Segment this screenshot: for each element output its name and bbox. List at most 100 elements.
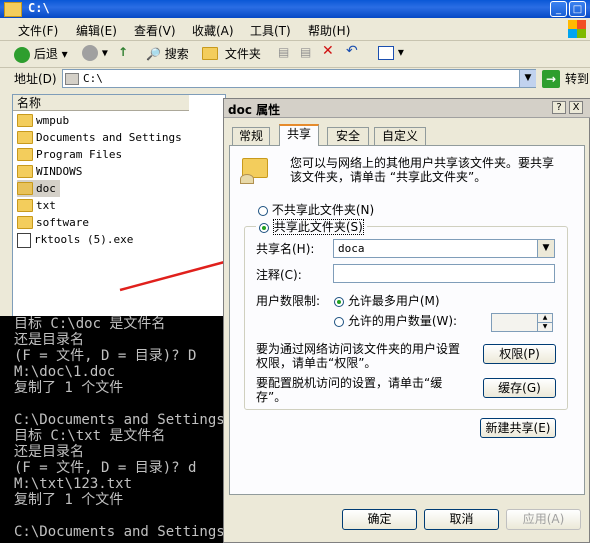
user-count-spinner[interactable]: ▲ ▼ (491, 313, 553, 332)
tab-sharing[interactable]: 共享 (279, 124, 319, 146)
list-item[interactable]: Documents and Settings (17, 129, 182, 146)
window-title: C:\ (28, 1, 50, 15)
properties-dialog: doc 属性 ? X 常规 共享 安全 自定义 您可以与网络上的其他用户共享该文… (223, 98, 590, 543)
list-item[interactable]: WINDOWS (17, 163, 82, 180)
share-name-value: doca (338, 242, 365, 255)
radio-icon-selected (334, 296, 344, 307)
radio-icon-selected (259, 222, 269, 233)
dialog-titlebar: doc 属性 ? X (224, 99, 590, 118)
chevron-down-icon[interactable]: ▼ (537, 240, 554, 257)
menu-edit[interactable]: 编辑(E) (76, 22, 117, 39)
address-input[interactable]: C:\ ▼ (62, 69, 536, 88)
help-button[interactable]: ? (552, 101, 566, 114)
radio-icon (258, 205, 268, 216)
share-radio[interactable]: 共享此文件夹(S) (256, 219, 367, 235)
ok-button[interactable]: 确定 (342, 509, 417, 530)
allowed-users-radio[interactable]: 允许的用户数量(W): (334, 314, 457, 328)
list-item[interactable]: software (17, 214, 89, 231)
back-button[interactable]: 后退 ▾ (14, 45, 68, 63)
menu-favorites[interactable]: 收藏(A) (192, 22, 234, 39)
tab-general[interactable]: 常规 (232, 127, 270, 145)
folders-icon (202, 47, 218, 60)
folder-icon (17, 113, 33, 127)
move-to-icon[interactable]: ▤ (278, 45, 289, 59)
cache-text-2: 存”。 (256, 390, 287, 404)
cancel-button[interactable]: 取消 (424, 509, 499, 530)
folders-button[interactable]: 文件夹 (202, 45, 261, 62)
column-header-name[interactable]: 名称 (13, 95, 189, 111)
max-users-label: 允许最多用户(M) (347, 294, 440, 308)
share-name-label: 共享名(H): (256, 242, 315, 256)
share-name-combobox[interactable]: doca ▼ (333, 239, 555, 258)
back-label: 后退 (33, 47, 58, 61)
comment-label: 注释(C): (256, 268, 302, 282)
user-limit-label: 用户数限制: (256, 294, 321, 308)
menu-help[interactable]: 帮助(H) (308, 22, 350, 39)
cache-text-1: 要配置脱机访问的设置，请单击“缓 (256, 376, 443, 390)
menu-file[interactable]: 文件(F) (18, 22, 58, 39)
console-line: 还是目录名 (14, 444, 84, 460)
arrow-shaft (119, 258, 233, 292)
radio-icon (334, 316, 344, 327)
list-item[interactable]: wmpub (17, 112, 69, 129)
permissions-text-1: 要为通过网络访问该文件夹的用户设置 (256, 342, 461, 356)
minimize-button[interactable]: _ (550, 1, 567, 17)
console-line: (F = 文件, D = 目录)? d (14, 460, 197, 476)
tab-customize[interactable]: 自定义 (374, 127, 426, 145)
console-line: 复制了 1 个文件 (14, 380, 124, 396)
spin-up-icon[interactable]: ▲ (537, 314, 552, 323)
left-pane-edge (0, 94, 10, 334)
folders-label: 文件夹 (224, 47, 261, 61)
forward-button[interactable]: ▾ (82, 45, 108, 61)
new-share-button[interactable]: 新建共享(E) (480, 418, 556, 438)
explorer-titlebar: C:\ _ □ (0, 0, 590, 18)
windows-logo-icon (568, 20, 586, 38)
menu-view[interactable]: 查看(V) (134, 22, 176, 39)
apply-button[interactable]: 应用(A) (506, 509, 581, 530)
spin-down-icon[interactable]: ▼ (537, 323, 552, 331)
undo-icon[interactable]: ↶ (346, 43, 358, 59)
dialog-title: doc 属性 (228, 103, 281, 117)
go-arrow-icon[interactable]: → (542, 70, 560, 88)
go-label[interactable]: 转到 (565, 72, 589, 86)
list-item-selected[interactable]: doc (17, 180, 60, 197)
address-value: C:\ (83, 72, 103, 85)
caching-button[interactable]: 缓存(G) (483, 378, 556, 398)
folder-icon (17, 147, 33, 161)
console-line: C:\Documents and Settings\ (14, 524, 224, 540)
address-bar: 地址(D) C:\ ▼ → 转到 (0, 68, 590, 90)
close-button[interactable]: X (569, 101, 583, 114)
intro-line-1: 您可以与网络上的其他用户共享该文件夹。要共享 (290, 156, 555, 170)
console-line: 目标 C:\doc 是文件名 (14, 316, 166, 332)
permissions-button[interactable]: 权限(P) (483, 344, 556, 364)
address-label: 地址(D) (14, 72, 57, 86)
search-button[interactable]: 🔎 搜索 (146, 45, 189, 62)
delete-icon[interactable]: ✕ (322, 43, 334, 59)
maximize-button[interactable]: □ (569, 1, 586, 17)
sharing-panel: 您可以与网络上的其他用户共享该文件夹。要共享 该文件夹，请单击 “共享此文件夹”… (229, 145, 585, 495)
console-line: (F = 文件, D = 目录)? D (14, 348, 197, 364)
list-item[interactable]: txt (17, 197, 56, 214)
views-button[interactable]: ▾ (378, 45, 404, 60)
console-line: C:\Documents and Settings\ (14, 412, 224, 428)
back-arrow-icon (14, 46, 30, 63)
copy-to-icon[interactable]: ▤ (300, 45, 311, 59)
console-line: 复制了 1 个文件 (14, 492, 124, 508)
address-dropdown-button[interactable]: ▼ (519, 70, 536, 87)
hand-icon (240, 174, 254, 184)
search-icon: 🔎 (146, 47, 161, 61)
up-folder-icon[interactable]: ↑ (118, 45, 134, 61)
no-share-radio[interactable]: 不共享此文件夹(N) (258, 203, 374, 217)
max-users-radio[interactable]: 允许最多用户(M) (334, 294, 440, 308)
folder-icon (17, 215, 33, 229)
console-line: 目标 C:\txt 是文件名 (14, 428, 166, 444)
shared-folder-icon (17, 181, 33, 195)
list-item[interactable]: Program Files (17, 146, 122, 163)
tab-security[interactable]: 安全 (327, 127, 369, 145)
folder-icon (17, 164, 33, 178)
menu-tools[interactable]: 工具(T) (250, 22, 291, 39)
console-line: M:\doc\1.doc (14, 364, 116, 380)
console-window: 目标 C:\doc 是文件名 还是目录名 (F = 文件, D = 目录)? D… (0, 316, 224, 543)
comment-input[interactable] (333, 264, 555, 283)
search-label: 搜索 (164, 47, 189, 61)
